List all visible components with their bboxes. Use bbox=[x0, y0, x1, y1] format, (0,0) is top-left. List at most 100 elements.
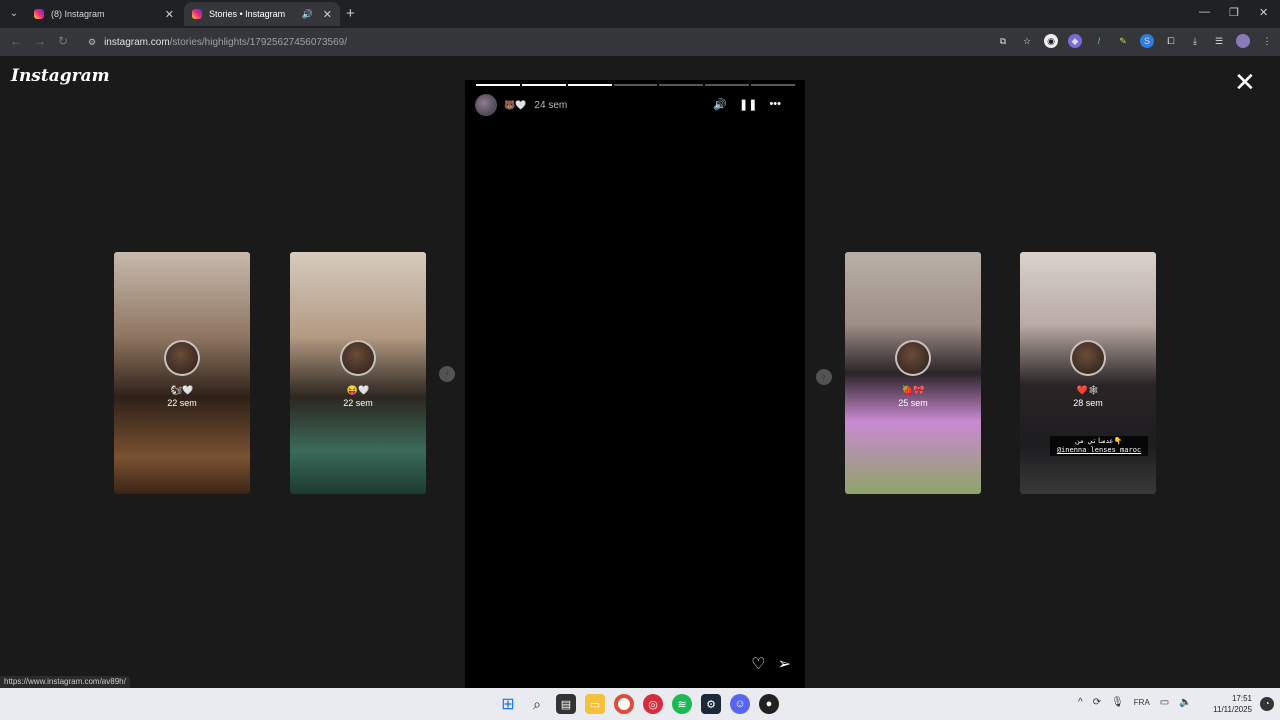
extension-icon[interactable]: S bbox=[1140, 34, 1154, 48]
extensions-puzzle-icon[interactable]: ⧠ bbox=[1164, 34, 1178, 48]
avatar[interactable] bbox=[475, 94, 497, 116]
taskbar-apps: ⊞ ⌕ ▤ ▭ ◎ ≋ ⚙ ☺ ● bbox=[498, 694, 779, 714]
toolbar-icons: ⧉ ☆ ◉ ◆ / ✎ S ⧠ ⤓ ☰ ⋮ bbox=[996, 34, 1274, 48]
pause-icon[interactable]: ❚❚ bbox=[739, 98, 757, 111]
extension-icon[interactable]: ◆ bbox=[1068, 34, 1082, 48]
tab-label: Stories • Instagram bbox=[209, 9, 286, 19]
search-icon[interactable]: ⌕ bbox=[527, 694, 547, 714]
close-stories-button[interactable]: ✕ bbox=[1234, 69, 1256, 95]
install-app-icon[interactable]: ⧉ bbox=[996, 34, 1010, 48]
steam-icon[interactable]: ⚙ bbox=[701, 694, 721, 714]
menu-kebab-icon[interactable]: ⋮ bbox=[1260, 34, 1274, 48]
story-preview[interactable]: 😝🤍 22 sem bbox=[290, 252, 426, 494]
preview-username: 🐿🤍 bbox=[170, 385, 194, 395]
instagram-favicon-icon bbox=[192, 9, 202, 19]
chrome-icon[interactable] bbox=[614, 694, 634, 714]
extension-icon[interactable]: / bbox=[1092, 34, 1106, 48]
task-view-icon[interactable]: ▤ bbox=[556, 694, 576, 714]
progress-segment bbox=[751, 84, 796, 86]
tab-stories[interactable]: Stories • Instagram 🔊 ✕ bbox=[184, 2, 340, 26]
avatar bbox=[1070, 340, 1106, 376]
preview-time: 22 sem bbox=[167, 398, 197, 408]
notification-icon[interactable]: ◔ bbox=[1260, 697, 1274, 711]
extension-icon[interactable]: ✎ bbox=[1116, 34, 1130, 48]
reload-icon[interactable]: ↻ bbox=[58, 34, 68, 48]
like-heart-icon[interactable]: ♡ bbox=[751, 654, 765, 674]
stories-page: Instagram ✕ 🐿🤍 22 sem 😝🤍 22 sem ‹ 🐻🤍 24 … bbox=[0, 56, 1280, 688]
tab-audio-icon[interactable]: 🔊 bbox=[302, 9, 313, 20]
story-username[interactable]: 🐻🤍 bbox=[504, 100, 526, 111]
discord-icon[interactable]: ☺ bbox=[730, 694, 750, 714]
tab-close-icon[interactable]: ✕ bbox=[165, 8, 174, 21]
clock-date: 11/11/2025 bbox=[1213, 705, 1252, 714]
language-indicator[interactable]: FRA bbox=[1134, 698, 1150, 707]
window-close-icon[interactable]: ✕ bbox=[1259, 6, 1268, 19]
next-story-arrow-icon[interactable]: › bbox=[816, 369, 832, 385]
preview-username: 🍓🎀 bbox=[901, 385, 925, 395]
browser-toolbar: ← → ↻ ⚙ instagram.com/stories/highlights… bbox=[0, 28, 1280, 56]
bookmark-star-icon[interactable]: ☆ bbox=[1020, 34, 1034, 48]
spotify-icon[interactable]: ≋ bbox=[672, 694, 692, 714]
forward-icon[interactable]: → bbox=[34, 34, 46, 48]
instagram-favicon-icon bbox=[34, 9, 44, 19]
more-options-icon[interactable]: ••• bbox=[769, 98, 781, 111]
share-send-icon[interactable]: ➢ bbox=[778, 654, 791, 674]
tab-search-chevron-icon[interactable]: ⌄ bbox=[6, 6, 22, 22]
new-tab-button[interactable]: + bbox=[346, 5, 355, 22]
url-text[interactable]: instagram.com/stories/highlights/1792562… bbox=[104, 37, 347, 48]
tab-instagram[interactable]: (8) Instagram ✕ bbox=[26, 2, 182, 26]
mention-sticker[interactable]: عدساتي من👇 @inenna_lenses_maroc bbox=[1050, 436, 1148, 456]
site-info-icon[interactable]: ⚙ bbox=[88, 37, 96, 48]
volume-icon[interactable]: 🔈 bbox=[1179, 697, 1191, 708]
story-preview[interactable]: 🍓🎀 25 sem bbox=[845, 252, 981, 494]
progress-segment bbox=[521, 84, 566, 86]
progress-segment bbox=[659, 84, 704, 86]
preview-time: 25 sem bbox=[898, 398, 928, 408]
file-explorer-icon[interactable]: ▭ bbox=[585, 694, 605, 714]
avatar bbox=[164, 340, 200, 376]
progress-segment bbox=[613, 84, 658, 86]
avatar bbox=[895, 340, 931, 376]
story-footer: ♡ ➢ bbox=[751, 654, 791, 674]
extension-icon[interactable]: ◉ bbox=[1044, 34, 1058, 48]
microphone-icon[interactable]: 🎙 bbox=[1111, 697, 1124, 708]
opera-icon[interactable]: ◎ bbox=[643, 694, 663, 714]
story-progress-bar bbox=[476, 84, 796, 86]
avatar bbox=[340, 340, 376, 376]
mention-handle: @inenna_lenses_maroc bbox=[1056, 446, 1142, 454]
reading-list-icon[interactable]: ☰ bbox=[1212, 34, 1226, 48]
profile-avatar[interactable] bbox=[1236, 34, 1250, 48]
tab-strip: ⌄ (8) Instagram ✕ Stories • Instagram 🔊 … bbox=[0, 0, 1280, 28]
story-controls: 🔊 ❚❚ ••• bbox=[713, 98, 781, 111]
volume-icon[interactable]: 🔊 bbox=[713, 98, 727, 111]
active-story[interactable]: 🐻🤍 24 sem 🔊 ❚❚ ••• ♡ ➢ bbox=[465, 80, 805, 688]
clock[interactable]: 17:51 11/11/2025 bbox=[1208, 693, 1252, 715]
mention-text: عدساتي من👇 bbox=[1075, 437, 1123, 445]
taskbar: ⊞ ⌕ ▤ ▭ ◎ ≋ ⚙ ☺ ● ^ ⟳ 🎙 FRA ▭ 🔈 17:51 11… bbox=[0, 688, 1280, 720]
previous-story-arrow-icon[interactable]: ‹ bbox=[439, 366, 455, 382]
sync-icon[interactable]: ⟳ bbox=[1093, 697, 1101, 708]
story-preview[interactable]: 🐿🤍 22 sem bbox=[114, 252, 250, 494]
tab-close-icon[interactable]: ✕ bbox=[323, 8, 332, 21]
tray-chevron-icon[interactable]: ^ bbox=[1078, 697, 1083, 708]
windows-start-icon[interactable]: ⊞ bbox=[498, 694, 518, 714]
story-header: 🐻🤍 24 sem 🔊 ❚❚ ••• bbox=[475, 94, 795, 116]
preview-time: 28 sem bbox=[1073, 398, 1103, 408]
progress-segment bbox=[476, 84, 520, 86]
tab-label: (8) Instagram bbox=[51, 9, 105, 19]
progress-segment bbox=[705, 84, 750, 86]
restore-icon[interactable]: ❐ bbox=[1229, 6, 1239, 19]
preview-time: 22 sem bbox=[343, 398, 373, 408]
address-bar[interactable]: ⚙ instagram.com/stories/highlights/17925… bbox=[80, 31, 1020, 53]
download-icon[interactable]: ⤓ bbox=[1188, 34, 1202, 48]
instagram-logo[interactable]: Instagram bbox=[11, 66, 110, 86]
system-tray: ^ ⟳ 🎙 FRA ▭ 🔈 bbox=[1078, 697, 1192, 708]
preview-username: 😝🤍 bbox=[346, 385, 370, 395]
network-icon[interactable]: ▭ bbox=[1160, 697, 1169, 708]
clock-time: 17:51 bbox=[1231, 694, 1252, 703]
story-time: 24 sem bbox=[534, 99, 568, 111]
story-preview[interactable]: ❤️🕸 28 sem عدساتي من👇 @inenna_lenses_mar… bbox=[1020, 252, 1156, 494]
app-icon[interactable]: ● bbox=[759, 694, 779, 714]
minimize-icon[interactable]: — bbox=[1199, 6, 1210, 18]
back-icon[interactable]: ← bbox=[10, 34, 22, 48]
